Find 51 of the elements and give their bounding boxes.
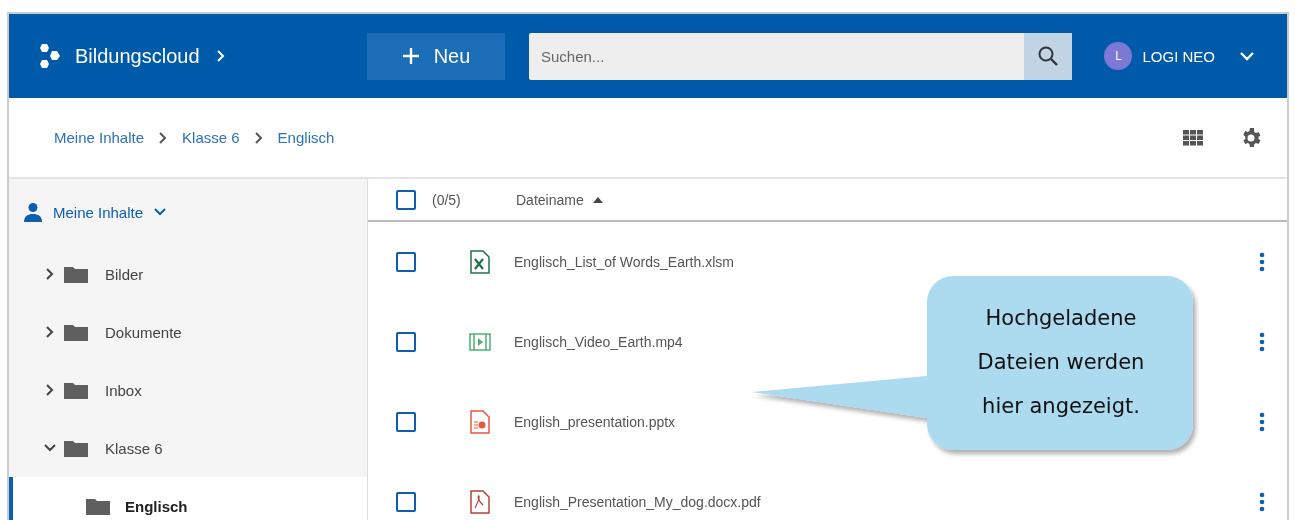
folder-label: Dokumente <box>105 323 182 341</box>
more-icon[interactable] <box>1259 412 1265 432</box>
row-checkbox[interactable] <box>396 252 416 272</box>
user-menu[interactable]: L LOGI NEO <box>1098 41 1261 71</box>
folder-label: Englisch <box>125 497 188 515</box>
tree-root[interactable]: Meine Inhalte <box>9 179 174 245</box>
video-file-icon <box>469 333 491 351</box>
search-button[interactable] <box>1024 32 1072 80</box>
presentation-file-icon <box>470 410 490 434</box>
selection-count: (0/5) <box>432 191 462 208</box>
folder-item[interactable]: Englisch <box>9 477 367 520</box>
new-button[interactable]: Neu <box>367 32 505 80</box>
user-icon <box>23 202 43 222</box>
row-checkbox[interactable] <box>396 332 416 352</box>
plus-icon <box>401 47 420 65</box>
row-checkbox[interactable] <box>396 492 416 512</box>
more-icon[interactable] <box>1259 332 1265 352</box>
folder-icon <box>63 264 89 284</box>
more-icon[interactable] <box>1259 492 1265 512</box>
file-name[interactable]: English_presentation.pptx <box>514 414 676 430</box>
brand-name[interactable]: Bildungscloud <box>75 44 200 68</box>
grid-view-icon[interactable] <box>1183 129 1203 146</box>
folder-label: Klasse 6 <box>105 439 163 457</box>
file-name[interactable]: Englisch_List_of Words_Earth.xlsm <box>514 254 734 270</box>
folder-icon <box>63 380 89 400</box>
spreadsheet-file-icon <box>470 250 490 274</box>
search-icon <box>1037 45 1059 67</box>
file-name[interactable]: English_Presentation_My_dog.docx.pdf <box>514 494 761 510</box>
folder-icon <box>63 438 89 458</box>
select-all-checkbox[interactable] <box>396 189 416 210</box>
folder-label: Bilder <box>105 265 144 283</box>
file-name[interactable]: Englisch_Video_Earth.mp4 <box>514 334 683 350</box>
breadcrumb-link[interactable]: Klasse 6 <box>182 129 240 146</box>
folder-item[interactable]: Klasse 6 <box>9 419 367 477</box>
pdf-file-icon <box>470 490 490 514</box>
row-checkbox[interactable] <box>396 412 416 432</box>
folder-item[interactable]: Inbox <box>9 361 367 419</box>
more-icon[interactable] <box>1259 252 1265 272</box>
column-header[interactable]: Dateiname <box>516 191 584 208</box>
breadcrumb-link[interactable]: Meine Inhalte <box>54 129 145 146</box>
folder-icon <box>63 322 89 342</box>
sort-up-icon[interactable] <box>591 195 604 204</box>
chevron-down-icon <box>1239 50 1255 62</box>
folder-label: Inbox <box>105 381 142 399</box>
callout-text: Hochgeladene Dateien werden hier angezeigt. <box>976 305 1146 420</box>
search-field[interactable]: Suchen... <box>529 32 1024 80</box>
folder-item[interactable]: Dokumente <box>9 303 367 361</box>
user-avatar: L <box>1104 42 1133 70</box>
folder-icon <box>85 496 111 516</box>
breadcrumb-link[interactable]: Englisch <box>277 129 335 146</box>
folder-item[interactable]: Bilder <box>9 245 367 303</box>
